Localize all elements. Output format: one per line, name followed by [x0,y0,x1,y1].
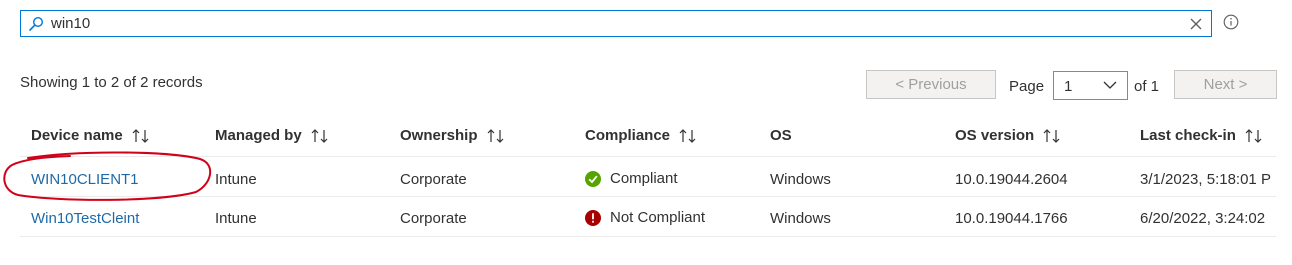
column-header-ownership[interactable]: Ownership [400,127,505,144]
clear-search-icon[interactable] [1189,17,1203,31]
column-header-label: Device name [31,127,123,144]
page-select[interactable]: 1 [1053,71,1128,100]
column-header-managed-by[interactable]: Managed by [215,127,329,144]
last-check-in-cell: 6/20/2022, 3:24:02 [1140,210,1266,227]
managed-by-cell: Intune [215,210,257,227]
column-header-label: OS version [955,127,1035,144]
device-name-link[interactable]: WIN10CLIENT1 [31,171,139,188]
row-divider [20,196,1276,197]
column-header-os[interactable]: OS [770,127,792,144]
next-page-button[interactable]: Next > [1174,70,1277,99]
column-header-label: Last check-in [1140,127,1236,144]
page-label: Page [1009,78,1045,95]
search-input[interactable] [51,14,1171,33]
sort-icon[interactable] [1043,128,1061,143]
column-header-label: OS [770,127,792,144]
sort-icon[interactable] [132,128,150,143]
compliance-cell: Compliant [585,170,678,187]
sort-icon[interactable] [1245,128,1263,143]
check-circle-icon [585,170,601,187]
sort-icon[interactable] [679,128,697,143]
os-version-cell: 10.0.19044.2604 [955,171,1068,188]
row-divider [20,236,1276,237]
device-name-link[interactable]: Win10TestCleint [31,210,139,227]
sort-icon[interactable] [311,128,329,143]
chevron-down-icon [1103,81,1117,89]
managed-by-cell: Intune [215,171,257,188]
column-header-os-version[interactable]: OS version [955,127,1061,144]
column-header-label: Managed by [215,127,302,144]
compliance-label: Compliant [610,170,678,187]
error-circle-icon [585,209,601,226]
os-cell: Windows [770,171,831,188]
info-icon[interactable] [1223,14,1239,30]
records-summary: Showing 1 to 2 of 2 records [20,74,203,91]
search-icon [29,16,44,31]
compliance-label: Not Compliant [610,209,706,226]
column-header-label: Ownership [400,127,478,144]
column-header-last-check-in[interactable]: Last check-in [1140,127,1263,144]
last-check-in-cell: 3/1/2023, 5:18:01 P [1140,171,1271,188]
column-header-label: Compliance [585,127,671,144]
column-header-device-name[interactable]: Device name [31,127,150,144]
page-select-value: 1 [1064,78,1073,95]
compliance-cell: Not Compliant [585,209,705,226]
ownership-cell: Corporate [400,210,467,227]
os-version-cell: 10.0.19044.1766 [955,210,1068,227]
column-header-compliance[interactable]: Compliance [585,127,697,144]
sort-icon[interactable] [487,128,505,143]
page-count-label: of 1 [1134,78,1160,95]
search-box[interactable] [20,10,1212,37]
previous-page-button[interactable]: < Previous [866,70,996,99]
os-cell: Windows [770,210,831,227]
ownership-cell: Corporate [400,171,467,188]
header-divider [20,156,1276,157]
